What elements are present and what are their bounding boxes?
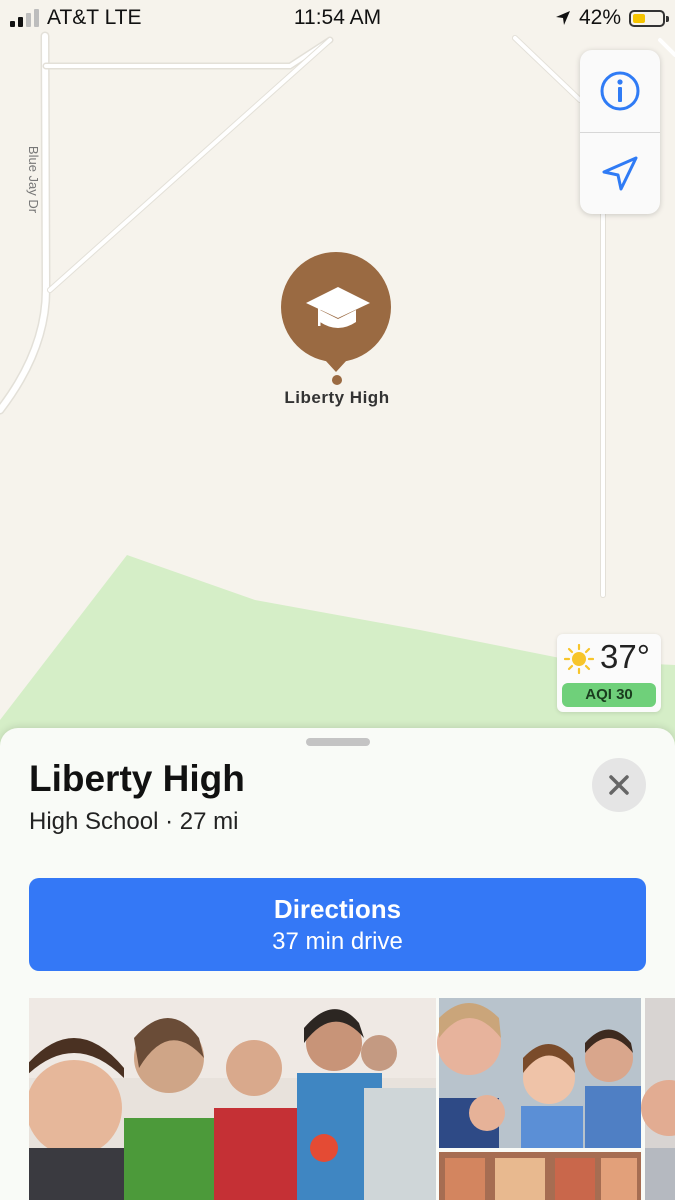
- place-card: Liberty High High School · 27 mi Directi…: [0, 728, 675, 1200]
- info-button[interactable]: [580, 50, 660, 132]
- photo-face-paint[interactable]: [437, 998, 641, 1148]
- close-button[interactable]: [592, 758, 646, 812]
- photo-classroom[interactable]: [439, 1152, 641, 1200]
- close-icon: [609, 775, 629, 795]
- location-services-icon: [555, 11, 570, 25]
- location-arrow-icon: [602, 156, 638, 191]
- sheet-grabber[interactable]: [306, 738, 370, 746]
- place-title: Liberty High: [29, 758, 245, 799]
- directions-button[interactable]: Directions 37 min drive: [29, 878, 646, 971]
- pin-label[interactable]: Liberty High: [237, 388, 437, 408]
- current-location-button[interactable]: [580, 132, 660, 215]
- photo-partial[interactable]: [641, 998, 675, 1200]
- battery-icon: [629, 9, 669, 27]
- photo-main[interactable]: [29, 998, 436, 1200]
- photo-gallery[interactable]: [29, 998, 675, 1200]
- aqi-badge: AQI 30: [562, 683, 656, 707]
- temperature: 37°: [600, 638, 650, 675]
- place-subtitle: High School · 27 mi: [29, 808, 239, 835]
- directions-label: Directions: [273, 894, 402, 924]
- map-controls: [580, 50, 660, 214]
- battery-percent: 42%: [578, 6, 621, 29]
- weather-widget: 37° AQI 30: [557, 634, 661, 712]
- sun-icon: [564, 644, 594, 674]
- road-name-label: Blue Jay Dr: [26, 145, 42, 214]
- info-icon: [600, 71, 640, 111]
- drive-time: 37 min drive: [272, 928, 403, 955]
- status-bar: AT&T LTE 11:54 AM 42%: [0, 0, 675, 36]
